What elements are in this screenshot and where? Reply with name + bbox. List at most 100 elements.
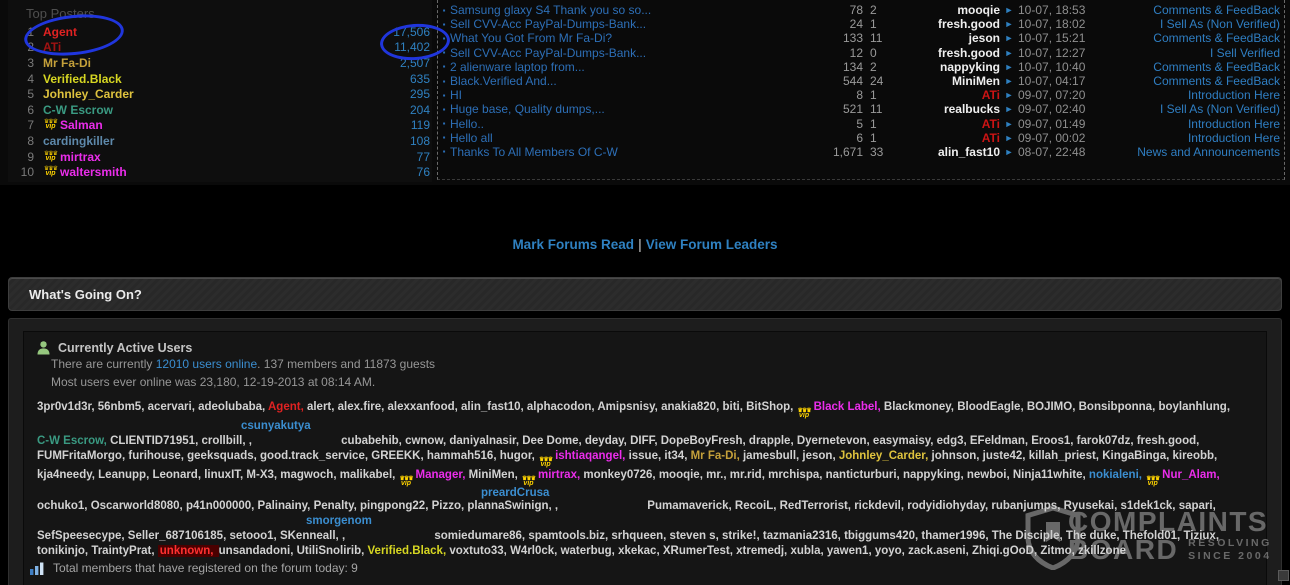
forum-link[interactable]: Introduction Here (1098, 117, 1284, 131)
username-link[interactable]: setooo1, (229, 530, 279, 542)
username-link[interactable]: M-X3, (246, 469, 280, 481)
username-link[interactable]: issue, (629, 450, 665, 462)
username-link[interactable]: furihouse, (128, 450, 187, 462)
username-link[interactable]: mrchispa, (768, 469, 826, 481)
username-link[interactable]: Palinainy, (258, 500, 314, 512)
username-link[interactable]: , (555, 500, 561, 512)
username-link[interactable]: voxtuto33, (449, 545, 510, 557)
username-link[interactable]: 3pr0v1d3r, (37, 401, 98, 413)
username-link[interactable]: Nur_Alam, (1162, 469, 1220, 481)
username-link[interactable]: Blackmoney, (884, 401, 957, 413)
username-link[interactable]: Seller_687106185, (128, 530, 230, 542)
username-link[interactable]: smorgenom (306, 515, 372, 527)
goto-last-post-icon[interactable]: ► (1000, 62, 1018, 72)
username-link[interactable]: Eroos1, (1031, 435, 1076, 447)
username-link[interactable]: yoyo, (875, 545, 908, 557)
username-link[interactable]: SefSpeesecype, (37, 530, 128, 542)
username-link[interactable]: drapple, (749, 435, 797, 447)
username-link[interactable]: killah_priest, (1029, 450, 1103, 462)
goto-last-post-icon[interactable]: ► (1000, 48, 1018, 58)
corner-handle[interactable] (1278, 570, 1289, 581)
username-link[interactable]: boylanhlung, (1158, 401, 1230, 413)
username-link[interactable]: xubla, (790, 545, 826, 557)
username-link[interactable]: xkekac, (618, 545, 663, 557)
username-link[interactable]: easymaisy, (873, 435, 937, 447)
last-poster-link[interactable]: nappyking (900, 60, 1000, 74)
username-link[interactable]: Manager, (416, 469, 469, 481)
username-link[interactable]: BOJIMO, (1027, 401, 1079, 413)
thread-title-link[interactable]: Samsung glaxy S4 Thank you so so... (450, 3, 805, 17)
username-link[interactable]: unsandadoni, (219, 545, 297, 557)
last-poster-link[interactable]: alin_fast10 (900, 145, 1000, 159)
username-link[interactable]: , (249, 435, 255, 447)
goto-last-post-icon[interactable]: ► (1000, 104, 1018, 114)
thread-title-link[interactable]: What You Got From Mr Fa-Di? (450, 31, 805, 45)
username-link[interactable]: Dee Dome, (522, 435, 585, 447)
username-link[interactable]: spamtools.biz, (528, 530, 611, 542)
forum-link[interactable]: Introduction Here (1098, 88, 1284, 102)
username-link[interactable]: TraintyPrat, (91, 545, 157, 557)
username-link[interactable]: edg3, (937, 435, 970, 447)
forum-link[interactable]: Comments & FeedBack (1098, 3, 1284, 17)
username-link[interactable]: fresh.good, (1137, 435, 1200, 447)
username-link[interactable]: CLIENTID71951, (110, 435, 201, 447)
goto-last-post-icon[interactable]: ► (1000, 119, 1018, 129)
username-link[interactable]: BloodEagle, (957, 401, 1027, 413)
top-poster-link[interactable]: Verified.Black (43, 72, 122, 86)
username-link[interactable]: thamer1996, (921, 530, 991, 542)
username-link[interactable]: tbiggums420, (844, 530, 921, 542)
username-link[interactable]: rickdevil, (854, 500, 907, 512)
username-link[interactable]: mirtrax, (538, 469, 583, 481)
username-link[interactable]: preardCrusa (481, 487, 549, 499)
top-poster-link[interactable]: C-W Escrow (43, 103, 113, 117)
thread-title-link[interactable]: Thanks To All Members Of C-W (450, 145, 805, 159)
username-link[interactable]: srhqueen, (611, 530, 669, 542)
username-link[interactable]: sapari, (1179, 500, 1216, 512)
forum-link[interactable]: Comments & FeedBack (1098, 60, 1284, 74)
username-link[interactable]: malikabel, (340, 469, 399, 481)
goto-last-post-icon[interactable]: ► (1000, 76, 1018, 86)
username-link[interactable]: yawen1, (827, 545, 875, 557)
last-poster-link[interactable]: ATi (900, 88, 1000, 102)
username-link[interactable]: s1dek1ck, (1121, 500, 1179, 512)
username-link[interactable]: tonikinjo, (37, 545, 91, 557)
last-poster-link[interactable]: realbucks (900, 102, 1000, 116)
username-link[interactable]: unknown, (158, 545, 219, 557)
username-link[interactable]: Amipsnisy, (597, 401, 661, 413)
username-link[interactable]: GREEKK, (371, 450, 427, 462)
goto-last-post-icon[interactable]: ► (1000, 5, 1018, 15)
username-link[interactable]: jeson, (802, 450, 838, 462)
forum-link[interactable]: I Sell Verified (1098, 46, 1284, 60)
username-link[interactable]: UtiliSnolirib, (297, 545, 368, 557)
username-link[interactable]: 56nbm5, (98, 401, 148, 413)
username-link[interactable]: biti, (722, 401, 746, 413)
view-forum-leaders-link[interactable]: View Forum Leaders (646, 237, 778, 252)
username-link[interactable]: deyday, (585, 435, 630, 447)
username-link[interactable]: alin_fast10, (461, 401, 527, 413)
username-link[interactable]: alphacodon, (527, 401, 598, 413)
thread-title-link[interactable]: Huge base, Quality dumps,... (450, 102, 805, 116)
last-poster-link[interactable]: fresh.good (900, 46, 1000, 60)
goto-last-post-icon[interactable]: ► (1000, 133, 1018, 143)
username-link[interactable]: XRumerTest, (663, 545, 736, 557)
username-link[interactable]: Bonsibponna, (1079, 401, 1159, 413)
thread-title-link[interactable]: Sell CVV-Acc PayPal-Dumps-Bank... (450, 17, 805, 31)
goto-last-post-icon[interactable]: ► (1000, 33, 1018, 43)
username-link[interactable]: linuxIT, (204, 469, 246, 481)
username-link[interactable]: daniyalnasir, (449, 435, 522, 447)
forum-link[interactable]: Comments & FeedBack (1098, 74, 1284, 88)
username-link[interactable]: somiedumare86, (434, 530, 528, 542)
username-link[interactable]: Zhiqi.gOoD, (972, 545, 1040, 557)
goto-last-post-icon[interactable]: ► (1000, 147, 1018, 157)
thread-title-link[interactable]: 2 alienware laptop from... (450, 60, 805, 74)
username-link[interactable]: adeolubaba, (198, 401, 268, 413)
top-poster-link[interactable]: ATi (43, 40, 61, 54)
last-poster-link[interactable]: ATi (900, 131, 1000, 145)
username-link[interactable]: KingaBinga, (1102, 450, 1172, 462)
username-link[interactable]: W4rl0ck, (510, 545, 561, 557)
username-link[interactable]: Black Label, (814, 401, 884, 413)
username-link[interactable]: zkillzone (1078, 545, 1126, 557)
username-link[interactable]: steven s, (670, 530, 722, 542)
username-link[interactable]: MiniMen, (469, 469, 521, 481)
username-link[interactable]: Oscarworld8080, (91, 500, 186, 512)
